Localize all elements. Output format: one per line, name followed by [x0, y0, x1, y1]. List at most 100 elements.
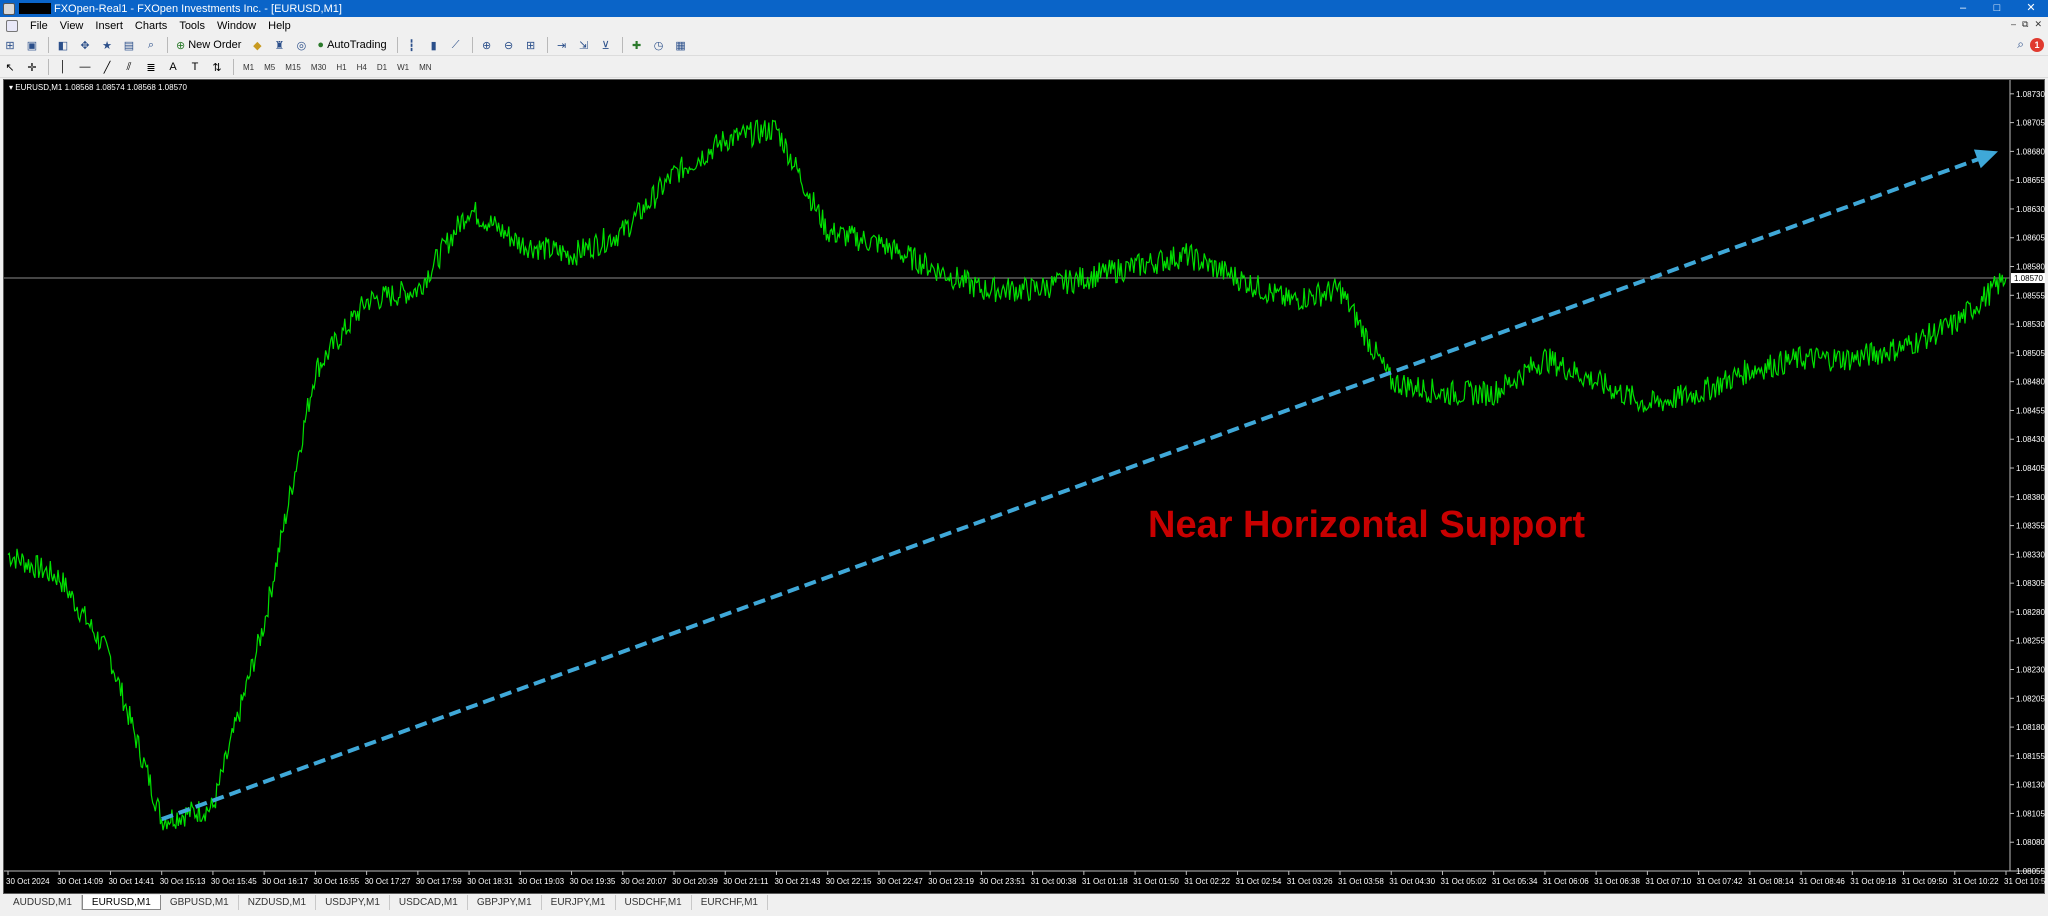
child-restore-icon[interactable]: ⧉ — [2022, 19, 2028, 30]
market-watch-icon[interactable]: ◧ — [53, 36, 73, 54]
tab-gbpjpy[interactable]: GBPJPY,M1 — [468, 895, 542, 910]
x-tick-label: 31 Oct 02:22 — [1184, 877, 1230, 886]
chart-shift-icon[interactable]: ⇥ — [552, 36, 572, 54]
autotrading-icon: ● — [317, 39, 325, 51]
y-tick-label: 1.08555 — [2016, 291, 2045, 300]
maximize-button[interactable]: □ — [1980, 0, 2014, 17]
cursor-icon[interactable]: ↖ — [0, 58, 20, 76]
navigator-icon[interactable]: ★ — [97, 36, 117, 54]
timeframe-m5[interactable]: M5 — [259, 63, 280, 72]
tab-audusd[interactable]: AUDUSD,M1 — [4, 895, 82, 910]
x-tick-label: 30 Oct 21:11 — [723, 877, 769, 886]
drawing-toolbar: ↖ ✛ │ — ╱ ⫽ ≣ A T ⇅ M1 M5 M15 M30 H1 H4 … — [0, 57, 2048, 78]
tab-usdjpy[interactable]: USDJPY,M1 — [316, 895, 390, 910]
strategy-tester-icon[interactable]: ⌕ — [141, 36, 161, 54]
child-close-icon[interactable]: ✕ — [2034, 19, 2042, 30]
close-button[interactable]: ✕ — [2014, 0, 2048, 17]
symbol-info: ▾ EURUSD,M1 1.08568 1.08574 1.08568 1.08… — [9, 83, 187, 92]
zoom-out-icon[interactable]: ⊖ — [499, 36, 519, 54]
bar-chart-icon[interactable]: ┇ — [402, 36, 422, 54]
y-tick-label: 1.08705 — [2016, 119, 2045, 128]
y-tick-label: 1.08380 — [2016, 493, 2045, 502]
channel-icon[interactable]: ⫽ — [119, 58, 139, 76]
x-tick-label: 30 Oct 15:45 — [211, 877, 257, 886]
current-price-label: 1.08570 — [2014, 274, 2043, 283]
tab-usdchf[interactable]: USDCHF,M1 — [616, 895, 692, 910]
templates-icon[interactable]: ▦ — [671, 36, 691, 54]
minimize-button[interactable]: – — [1946, 0, 1980, 17]
collapse-arrow-icon[interactable]: ▾ — [9, 83, 13, 92]
tile-windows-icon[interactable]: ⊞ — [521, 36, 541, 54]
tab-eurchf[interactable]: EURCHF,M1 — [692, 895, 768, 910]
tab-usdcad[interactable]: USDCAD,M1 — [390, 895, 468, 910]
fibonacci-icon[interactable]: ≣ — [141, 58, 161, 76]
menu-insert[interactable]: Insert — [89, 17, 129, 35]
search-icon[interactable]: ⌕ — [2017, 37, 2024, 52]
y-tick-label: 1.08055 — [2016, 867, 2045, 876]
profiles-icon[interactable]: ▣ — [22, 36, 42, 54]
tab-eurusd[interactable]: EURUSD,M1 — [81, 895, 161, 910]
tab-nzdusd[interactable]: NZDUSD,M1 — [239, 895, 317, 910]
timeframe-m30[interactable]: M30 — [306, 63, 332, 72]
redacted-account — [19, 3, 51, 14]
new-order-button[interactable]: ⊕ New Order — [172, 36, 245, 54]
timeframe-mn[interactable]: MN — [414, 63, 436, 72]
data-window-icon[interactable]: ✥ — [75, 36, 95, 54]
line-chart-icon[interactable]: ⟋ — [446, 36, 466, 54]
timeframe-d1[interactable]: D1 — [372, 63, 392, 72]
menu-file[interactable]: File — [24, 17, 54, 35]
menu-tools[interactable]: Tools — [173, 17, 211, 35]
x-tick-label: 30 Oct 14:09 — [57, 877, 103, 886]
autotrading-button[interactable]: ● AutoTrading — [313, 36, 390, 54]
chart-window-icon[interactable] — [6, 20, 18, 32]
market-icon[interactable]: ♜ — [269, 36, 289, 54]
y-tick-label: 1.08680 — [2016, 147, 2045, 156]
candlestick-icon[interactable]: ▮ — [424, 36, 444, 54]
y-tick-label: 1.08305 — [2016, 579, 2045, 588]
x-tick-label: 31 Oct 09:18 — [1850, 877, 1896, 886]
window-title: FXOpen-Real1 - FXOpen Investments Inc. -… — [54, 2, 342, 15]
text-icon[interactable]: A — [163, 58, 183, 76]
vertical-line-icon[interactable]: │ — [53, 58, 73, 76]
timeframe-m1[interactable]: M1 — [238, 63, 259, 72]
x-tick-label: 31 Oct 05:34 — [1492, 877, 1538, 886]
add-indicator-icon[interactable]: ✚ — [627, 36, 647, 54]
chart-window[interactable]: 1.08730 1.08705 1.08680 1.08655 1.08630 1.086… — [3, 79, 2046, 895]
menu-charts[interactable]: Charts — [129, 17, 173, 35]
menu-view[interactable]: View — [54, 17, 90, 35]
notification-badge[interactable]: 1 — [2030, 37, 2044, 52]
tab-gbpusd[interactable]: GBPUSD,M1 — [161, 895, 239, 910]
indicators-icon[interactable]: ⊻ — [596, 36, 616, 54]
horizontal-line-icon[interactable]: — — [75, 58, 95, 76]
arrows-icon[interactable]: ⇅ — [207, 58, 227, 76]
metaeditor-icon[interactable]: ◆ — [247, 36, 267, 54]
menu-bar: File View Insert Charts Tools Window Hel… — [0, 17, 2048, 35]
periods-icon[interactable]: ◷ — [649, 36, 669, 54]
menu-help[interactable]: Help — [262, 17, 297, 35]
child-minimize-icon[interactable]: – — [2011, 19, 2016, 30]
zoom-in-icon[interactable]: ⊕ — [477, 36, 497, 54]
annotation-text: Near Horizontal Support — [1148, 504, 1585, 546]
price-chart[interactable]: 1.08730 1.08705 1.08680 1.08655 1.08630 1.086… — [4, 80, 2046, 895]
x-tick-label: 31 Oct 10:54 — [2004, 877, 2046, 886]
timeframe-h1[interactable]: H1 — [331, 63, 351, 72]
menu-window[interactable]: Window — [211, 17, 262, 35]
trendline-icon[interactable]: ╱ — [97, 58, 117, 76]
text-label-icon[interactable]: T — [185, 58, 205, 76]
x-tick-label: 30 Oct 23:51 — [979, 877, 1025, 886]
tab-eurjpy[interactable]: EURJPY,M1 — [542, 895, 616, 910]
x-tick-label: 31 Oct 02:54 — [1236, 877, 1282, 886]
timeframe-h4[interactable]: H4 — [352, 63, 372, 72]
x-tick-label: 31 Oct 04:30 — [1389, 877, 1435, 886]
x-tick-label: 30 Oct 22:15 — [826, 877, 872, 886]
timeframe-m15[interactable]: M15 — [280, 63, 306, 72]
terminal-icon[interactable]: ▤ — [119, 36, 139, 54]
y-tick-label: 1.08105 — [2016, 809, 2045, 818]
x-tick-label: 31 Oct 01:18 — [1082, 877, 1128, 886]
autoscroll-icon[interactable]: ⇲ — [574, 36, 594, 54]
crosshair-icon[interactable]: ✛ — [22, 58, 42, 76]
timeframe-w1[interactable]: W1 — [392, 63, 414, 72]
new-chart-icon[interactable]: ⊞ — [0, 36, 20, 54]
app-icon[interactable] — [3, 2, 15, 15]
signals-icon[interactable]: ◎ — [291, 36, 311, 54]
